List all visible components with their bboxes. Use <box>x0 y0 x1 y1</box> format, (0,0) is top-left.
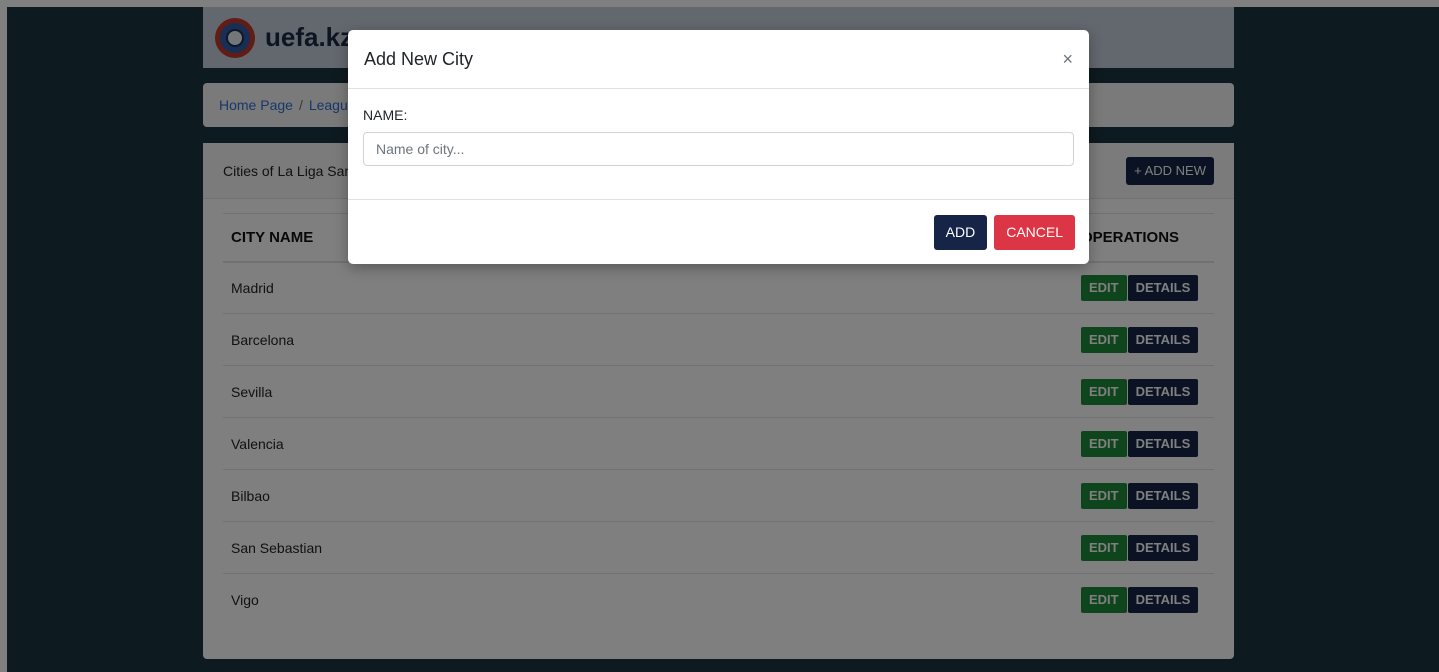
modal-footer: ADD CANCEL <box>348 199 1089 264</box>
modal-title: Add New City <box>364 48 474 69</box>
modal-body: NAME: <box>348 89 1089 199</box>
city-name-input[interactable] <box>363 132 1074 166</box>
add-city-modal: Add New City × NAME: ADD CANCEL <box>348 30 1089 264</box>
name-field-label: NAME: <box>363 107 408 123</box>
close-icon[interactable]: × <box>1062 49 1073 70</box>
modal-header: Add New City × <box>348 30 1089 89</box>
cancel-button[interactable]: CANCEL <box>994 214 1075 250</box>
add-button[interactable]: ADD <box>933 214 988 250</box>
